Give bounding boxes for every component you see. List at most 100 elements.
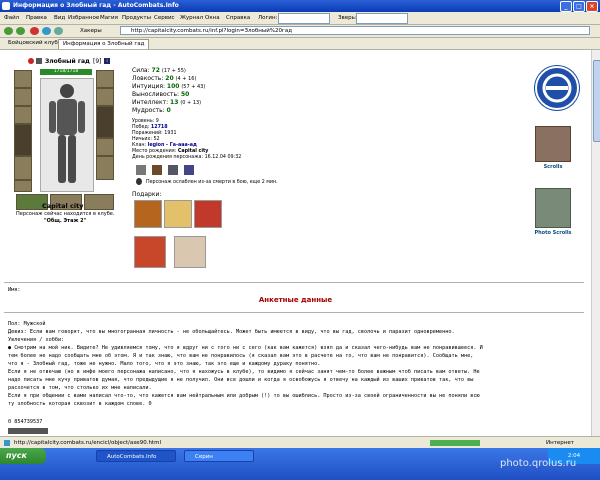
weapon-slot[interactable] <box>14 124 32 156</box>
amulet-slot[interactable] <box>14 106 32 124</box>
earrings-slot[interactable] <box>14 88 32 106</box>
combats-logo-icon[interactable] <box>535 66 579 110</box>
photo-scrolls-link[interactable]: Photo Scrolls <box>530 230 576 236</box>
anketa-title: Анкетные данные <box>258 296 333 304</box>
login-input[interactable] <box>278 13 330 24</box>
shield-slot[interactable] <box>96 106 114 138</box>
effect-icon[interactable] <box>152 165 162 175</box>
refresh-icon[interactable] <box>42 27 51 35</box>
gift-item[interactable] <box>164 200 192 228</box>
task-autocombats[interactable]: AutoCombats.Info <box>96 450 176 462</box>
home-icon[interactable] <box>54 27 63 35</box>
character-silhouette-icon <box>49 84 85 183</box>
vertical-scrollbar[interactable] <box>591 50 600 436</box>
tab-bar: Бойцовский клуб Информация о Злобный гад <box>0 38 600 50</box>
stat-endurance: Выносливость: 50 <box>132 91 190 98</box>
menu-windows[interactable]: Окна <box>205 15 220 21</box>
minimize-button[interactable]: _ <box>560 1 572 12</box>
stat-wisdom: Мудрость: 0 <box>132 107 171 114</box>
browser-app-icon <box>2 2 10 10</box>
beast-input[interactable] <box>356 13 408 24</box>
back-arrow-icon[interactable] <box>4 27 13 35</box>
menu-edit[interactable]: Правка <box>26 15 47 21</box>
divider <box>4 312 584 313</box>
menu-view[interactable]: Вид <box>54 15 65 21</box>
clan-link[interactable]: legion - Га-ааа-ад <box>148 143 197 148</box>
info-clan: Клан: legion - Га-ааа-ад <box>132 143 197 148</box>
info-level: Уровень: 9 <box>132 119 159 124</box>
scrolls-link[interactable]: Scrolls <box>536 164 570 170</box>
info-icon[interactable]: i <box>104 58 110 64</box>
armor-slot[interactable] <box>14 156 32 180</box>
helmet-slot[interactable] <box>14 70 32 88</box>
stat-intuition: Интуиция: 100 (57 + 43) <box>132 83 206 90</box>
close-button[interactable]: × <box>586 1 598 12</box>
progress-bar <box>430 440 480 446</box>
belt-slot[interactable] <box>14 180 32 192</box>
hobby-line: расхочется в том, что столько их мне нап… <box>8 385 152 391</box>
runes-slot-3[interactable] <box>84 194 114 210</box>
info-birthday: День рождения персонажа: 16.12.04 09:32 <box>132 155 242 160</box>
character-name: Злобный гад <box>45 58 90 65</box>
menu-file[interactable]: Файл <box>4 15 19 21</box>
tab-fight-club[interactable]: Бойцовский клуб <box>4 39 62 48</box>
stat-intellect: Интеллект: 13 (0 + 13) <box>132 99 202 106</box>
room-text: "Общ. Этаж 2" <box>44 218 87 224</box>
effect-icon[interactable] <box>184 165 194 175</box>
gift-item[interactable] <box>194 200 222 228</box>
menu-journal[interactable]: Журнал <box>180 15 203 21</box>
info-losses: Поражений: 1931 <box>132 131 177 136</box>
boots-slot[interactable] <box>96 156 114 180</box>
maximize-button[interactable]: □ <box>573 1 585 12</box>
rings-slot[interactable] <box>96 70 114 88</box>
gift-item[interactable] <box>134 236 166 268</box>
gloves-slot[interactable] <box>96 88 114 106</box>
info-wins: Побед: 12718 <box>132 125 168 130</box>
leggings-slot[interactable] <box>96 138 114 156</box>
status-url: http://capitalcity.combats.ru/encicl/obj… <box>14 440 161 446</box>
stat-dexterity: Ловкость: 20 (4 + 16) <box>132 75 197 82</box>
anketa-gender: Пол: Мужской <box>8 321 46 327</box>
window-titlebar: Информация о Злобный гад - AutoCombats.I… <box>0 0 600 12</box>
effect-icon[interactable] <box>136 165 146 175</box>
divider <box>4 282 584 283</box>
stat-strength: Сила: 72 (17 + 55) <box>132 67 186 74</box>
watermark: photo.qrolus.ru <box>500 458 577 469</box>
menu-magic[interactable]: Магия <box>100 15 118 21</box>
stop-icon[interactable] <box>30 27 39 35</box>
login-label: Логин: <box>258 15 278 21</box>
alignment-icon <box>28 58 34 64</box>
clan-sign-icon <box>36 58 42 64</box>
hobby-line: ● Смотрим на мой ник. Видите? Не удивляе… <box>8 345 483 351</box>
character-level: [9] <box>93 58 102 65</box>
weakened-text: Персонаж ослаблен из-за смерти в бою, ещ… <box>146 180 278 185</box>
gift-item[interactable] <box>174 236 206 268</box>
forward-arrow-icon[interactable] <box>16 27 25 35</box>
scrolls-icon[interactable] <box>535 126 571 162</box>
menu-service[interactable]: Сервис <box>154 15 175 21</box>
hobby-line: надо писать мне кучу приватов думая, что… <box>8 377 474 383</box>
gifts-label: Подарки: <box>132 191 162 198</box>
gift-item[interactable] <box>134 200 162 228</box>
effect-icon[interactable] <box>168 165 178 175</box>
hp-bar: 1718/1718 <box>40 69 92 75</box>
task-serin[interactable]: Серин <box>184 450 254 462</box>
address-bar[interactable]: http://capitalcity.combats.ru/inf.pl?log… <box>120 26 590 35</box>
hobby-line: что я - Злобный гад, тоже не нужно. Мало… <box>8 361 321 367</box>
hobby-line: Если я не отвечаю (но в инфе моего персо… <box>8 369 480 375</box>
anketa-motto: Девиз: Если вам говорят, что вы многогра… <box>8 329 455 335</box>
zone-label: Интернет <box>546 440 574 446</box>
menu-products[interactable]: Продукты <box>122 15 151 21</box>
menu-bar: Файл Правка Вид Избранное Магия Продукты… <box>0 12 600 25</box>
skull-icon <box>136 178 142 185</box>
tab-character-info[interactable]: Информация о Злобный гад <box>58 39 150 49</box>
photo-scrolls-icon[interactable] <box>535 188 571 228</box>
scrollbar-thumb[interactable] <box>593 60 600 142</box>
start-button[interactable]: пуск <box>0 448 46 464</box>
anketa-icq: 0 854739537 <box>8 419 43 425</box>
menu-help[interactable]: Справка <box>226 15 250 21</box>
favorites-button[interactable]: Хакеры <box>80 28 102 34</box>
anketa-hobby-label: Увлечения / хобби: <box>8 337 65 343</box>
counter-badge[interactable] <box>8 428 48 434</box>
menu-favorites[interactable]: Избранное <box>68 15 99 21</box>
